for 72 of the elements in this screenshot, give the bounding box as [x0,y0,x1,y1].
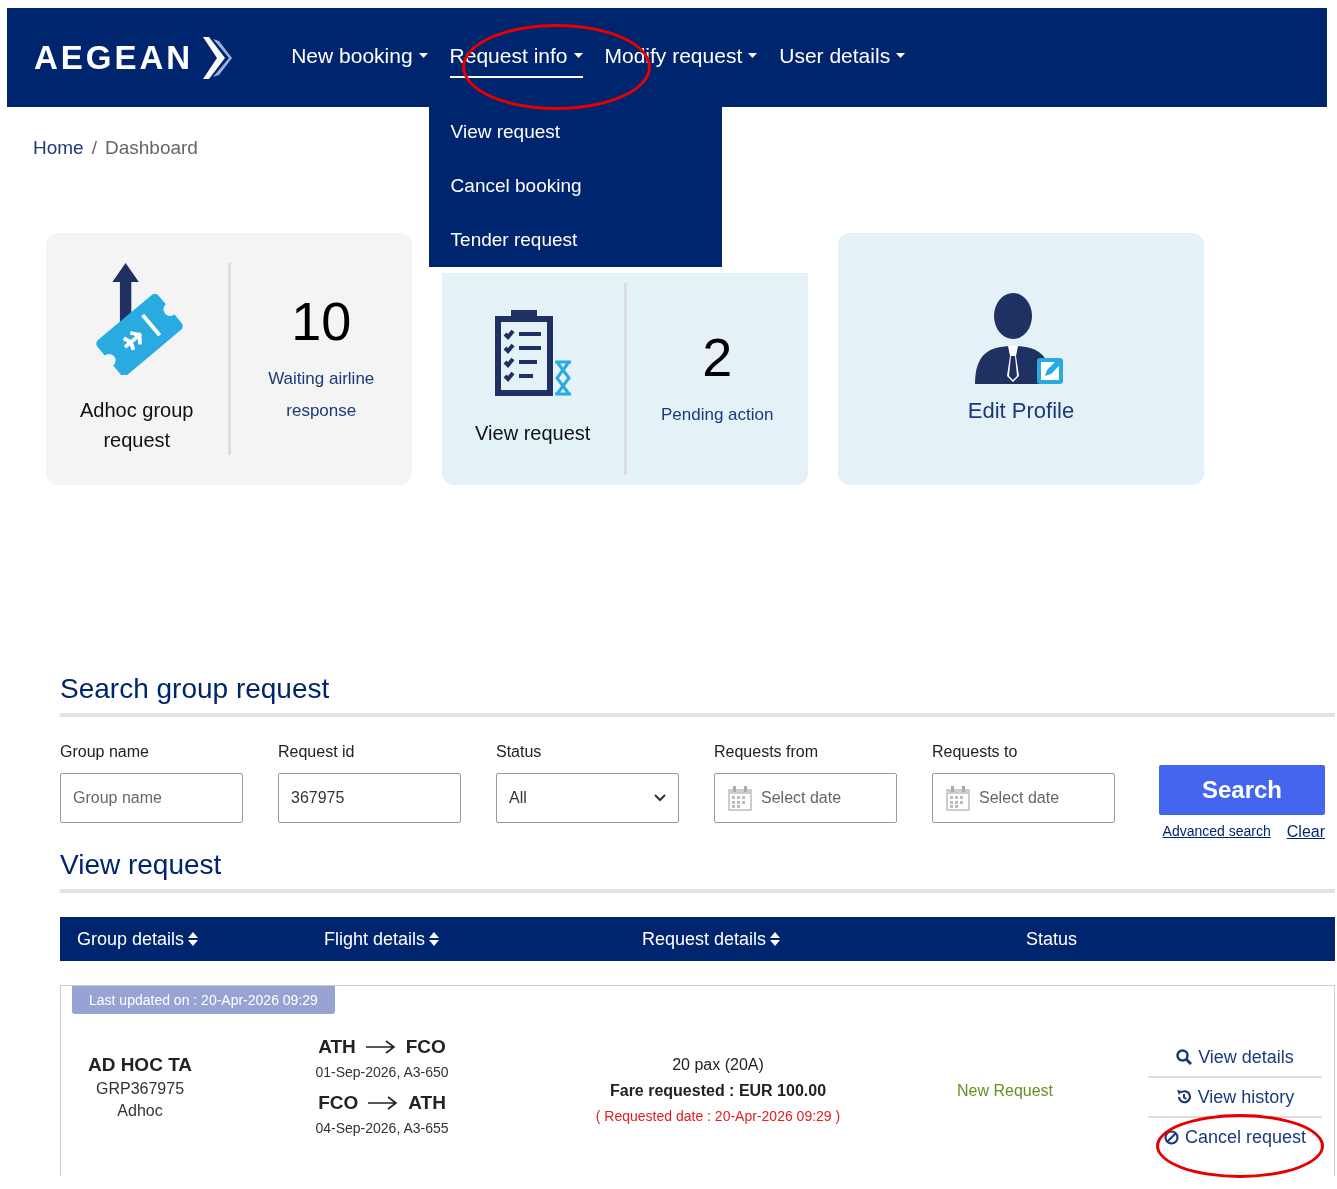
brand-logo-text: AEGEAN [34,38,194,77]
dashboard-card[interactable]: Adhoc group request 10 Waiting airline response [46,233,412,485]
requested-date: ( Requested date : 20-Apr-2026 09:29 ) [595,1108,841,1124]
chevron-down-icon [654,794,666,802]
calendar-icon [727,784,753,812]
field-label: Requests from [714,743,820,761]
column-header[interactable]: Flight details [307,928,625,950]
group-type: Adhoc [117,1102,163,1120]
history-icon [1175,1089,1192,1105]
count-label: Waiting airline response [267,368,376,422]
section-title: Search group request [60,673,1335,717]
flight-detail: 04-Sep-2026, A3-655 [315,1120,449,1136]
nav-menu-item[interactable]: User details [779,37,906,76]
field-label: Requests to [932,743,1019,761]
column-header[interactable]: Group details [60,928,307,950]
clipboard-checklist-icon [492,310,573,398]
caret-icon [748,53,758,58]
group-name: AD HOC TA [87,1054,193,1076]
count-number: 2 [702,327,733,387]
column-header: Status [1025,928,1079,950]
count-label: Pending action [660,404,775,426]
dropdown-item[interactable]: Cancel booking [428,158,722,213]
group-code: GRP367975 [95,1080,185,1098]
dashboard-card[interactable]: View request 2 Pending action [442,273,808,485]
passenger-count: 20 pax (20A) [672,1056,764,1074]
card-label: View request [475,421,591,446]
breadcrumb-current: Dashboard [104,137,198,159]
sort-icon [188,932,199,946]
count-number: 10 [291,291,352,351]
search-link[interactable]: Clear [1286,823,1325,841]
search-button[interactable]: Search [1159,765,1325,815]
action-link[interactable]: View details [1148,1038,1322,1076]
dashboard-card[interactable]: Edit Profile [838,233,1204,485]
sort-icon [429,932,440,946]
card-label: Adhoc group request [79,398,195,453]
airport-code: FCO [318,1092,359,1114]
flight-detail: 01-Sep-2026, A3-650 [315,1064,449,1080]
text-input-field[interactable]: 367975 [278,773,461,823]
arrow-right-icon [365,1040,396,1054]
action-link[interactable]: View history [1148,1078,1322,1116]
card-label: Edit Profile [967,397,1075,425]
field-label: Status [496,743,543,761]
breadcrumb-link[interactable]: Home [33,137,84,159]
dropdown-item[interactable]: Tender request [428,212,722,267]
text-input-field[interactable]: Group name [60,773,243,823]
search-link[interactable]: Advanced search [1162,823,1271,841]
search-icon [1176,1049,1193,1065]
chevron-logo-icon [201,34,234,81]
date-picker-field[interactable]: Select date [714,773,897,823]
column-header[interactable]: Request details [625,928,967,950]
airport-code: ATH [318,1036,356,1058]
field-label: Request id [278,743,356,761]
last-updated-badge: Last updated on : 20-Apr-2026 09:29 [72,986,335,1014]
request-status: New Request [956,1082,1053,1100]
nav-menu-item[interactable]: New booking [291,37,428,76]
ban-icon [1163,1129,1179,1145]
section-title: View request [60,849,1335,893]
action-link[interactable]: Cancel request [1148,1118,1322,1156]
caret-icon [573,53,583,58]
field-label: Group name [60,743,150,761]
date-picker-field[interactable]: Select date [932,773,1115,823]
status-dropdown[interactable]: All [496,773,679,823]
calendar-icon [945,784,971,812]
airport-code: FCO [405,1036,446,1058]
airport-code: ATH [408,1092,446,1114]
fare-requested: Fare requested : EUR 100.00 [609,1082,827,1100]
arrow-right-icon [368,1096,399,1110]
dropdown-item[interactable]: View request [428,104,722,159]
sort-icon [770,932,781,946]
breadcrumb-separator: / [91,137,97,159]
caret-icon [896,53,906,58]
caret-icon [418,53,428,58]
